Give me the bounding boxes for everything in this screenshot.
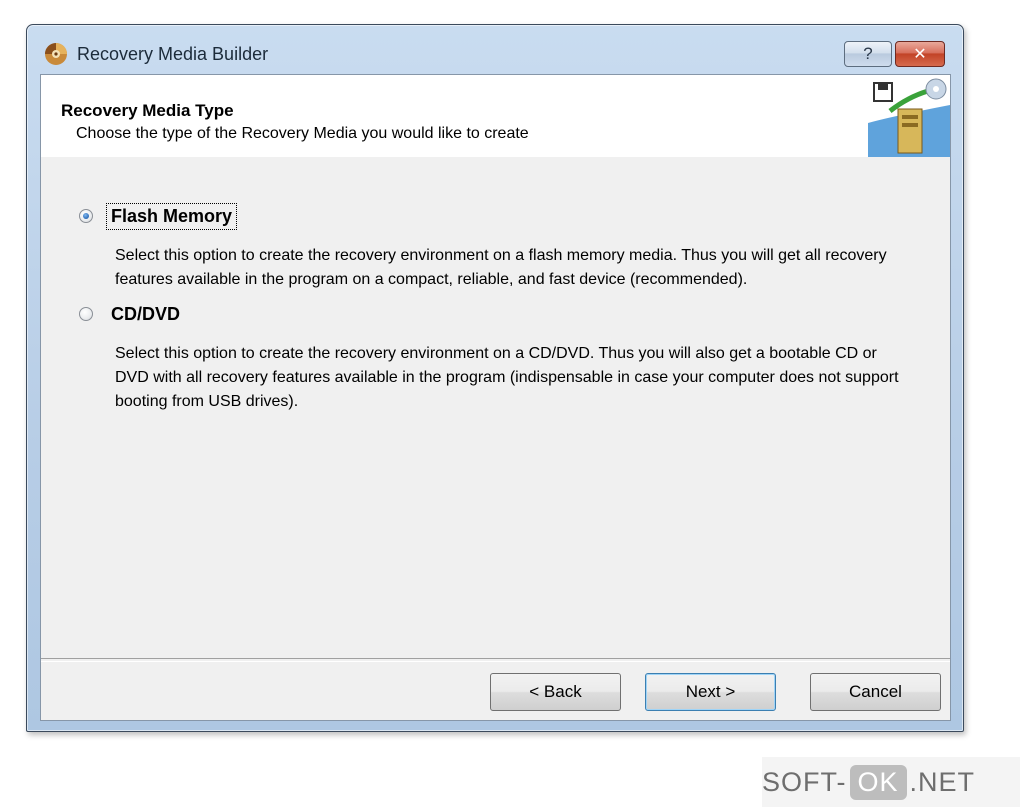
close-button[interactable]: ✕ (895, 41, 945, 67)
cd-dvd-radio[interactable] (79, 307, 93, 321)
cd-dvd-label[interactable]: CD/DVD (111, 304, 180, 325)
wizard-content: Recovery Media Type Choose the type of t… (40, 74, 951, 721)
title-bar[interactable]: Recovery Media Builder ? ✕ (27, 25, 963, 73)
cancel-button[interactable]: Cancel (810, 673, 941, 711)
watermark-prefix: SOFT- (762, 766, 847, 797)
button-separator (41, 658, 950, 662)
page-title: Recovery Media Type (61, 101, 234, 120)
watermark: SOFT- OK .NET (762, 757, 1020, 807)
next-button[interactable]: Next > (645, 673, 776, 711)
back-button[interactable]: < Back (490, 673, 621, 711)
app-icon (45, 43, 67, 65)
window-title: Recovery Media Builder (77, 44, 269, 64)
wizard-header: Recovery Media Type Choose the type of t… (41, 75, 950, 157)
watermark-highlight: OK (849, 764, 907, 800)
recovery-media-icon (868, 75, 950, 157)
cd-dvd-description: Select this option to create the recover… (115, 345, 899, 410)
page-subtitle: Choose the type of the Recovery Media yo… (76, 125, 529, 142)
flash-memory-label[interactable]: Flash Memory (105, 203, 238, 230)
watermark-suffix: .NET (909, 766, 976, 797)
help-button[interactable]: ? (844, 41, 892, 67)
flash-memory-description: Select this option to create the recover… (115, 247, 887, 288)
flash-memory-radio[interactable] (79, 209, 93, 223)
recovery-media-builder-window: Recovery Media Builder ? ✕ Recovery Medi… (26, 24, 964, 732)
